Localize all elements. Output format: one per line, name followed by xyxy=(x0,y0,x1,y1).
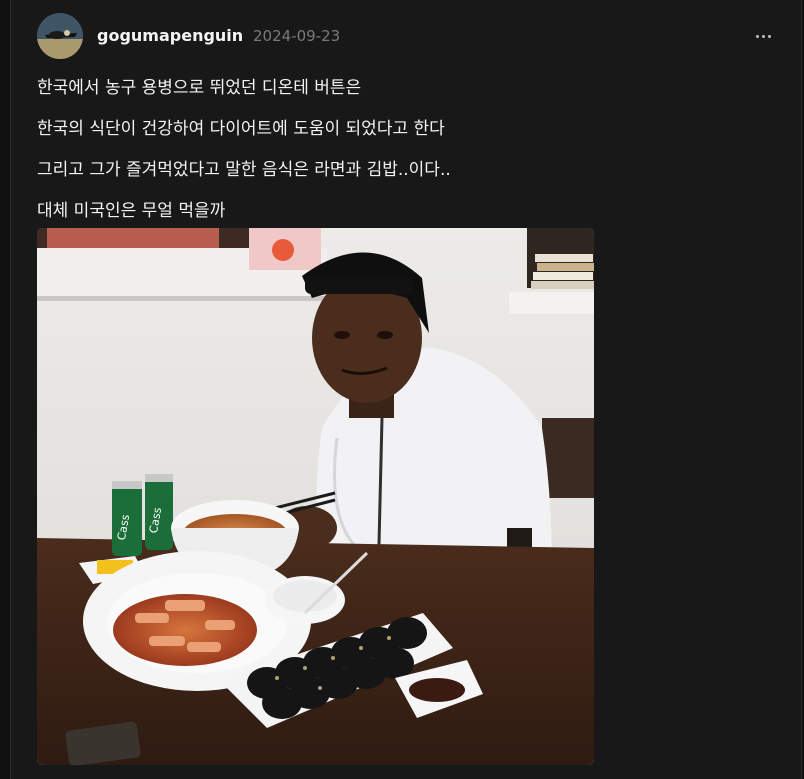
photo-illustration: Cass Cass xyxy=(37,228,594,765)
post-date[interactable]: 2024-09-23 xyxy=(253,27,340,45)
username[interactable]: gogumapenguin xyxy=(97,26,243,45)
post-line: 한국의 식단이 건강하여 다이어트에 도움이 되었다고 한다 xyxy=(37,119,445,139)
penguin-avatar-icon xyxy=(37,13,83,59)
post-text: 한국에서 농구 용병으로 뛰었던 디온테 버튼은 한국의 식단이 건강하여 다이… xyxy=(37,74,777,238)
more-horizontal-icon xyxy=(754,34,772,38)
post-line: 한국에서 농구 용병으로 뛰었던 디온테 버튼은 xyxy=(37,78,362,98)
post-image[interactable]: Cass Cass xyxy=(37,228,594,765)
post-line: 대체 미국인은 무얼 먹을까 xyxy=(37,201,226,221)
user-avatar[interactable] xyxy=(37,13,83,59)
post-line: 그리고 그가 즐겨먹었다고 말한 음식은 라면과 김밥..이다.. xyxy=(37,160,451,180)
more-options-button[interactable] xyxy=(748,24,778,48)
